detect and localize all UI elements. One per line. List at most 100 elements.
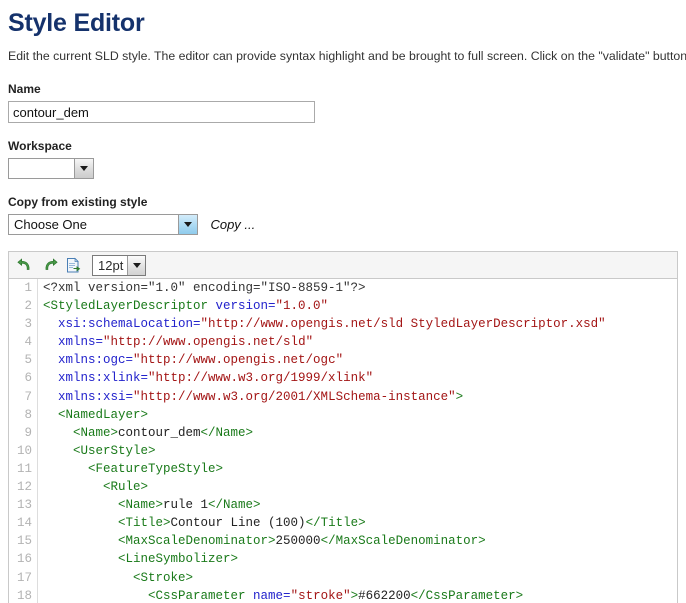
code-line[interactable]: <NamedLayer> xyxy=(43,406,677,424)
line-number: 3 xyxy=(24,317,32,332)
line-number: 17 xyxy=(16,570,32,585)
code-token: "http://www.w3.org/2001/XMLSchema-instan… xyxy=(133,389,456,404)
code-token: <LineSymbolizer> xyxy=(43,552,239,567)
code-token: > xyxy=(455,389,464,404)
copy-from-select-value: Choose One xyxy=(9,215,178,234)
code-token: Contour Line (100) xyxy=(170,516,306,531)
workspace-select[interactable] xyxy=(8,158,94,179)
line-number: 2 xyxy=(24,299,32,314)
code-token: <MaxScaleDenominator> xyxy=(43,534,276,549)
code-line[interactable]: <StyledLayerDescriptor version="1.0.0" xyxy=(43,297,677,315)
code-line[interactable]: <FeatureTypeStyle> xyxy=(43,460,677,478)
code-line[interactable]: <Name>rule 1</Name> xyxy=(43,496,677,514)
code-token: <StyledLayerDescriptor xyxy=(43,299,216,314)
code-area[interactable]: 1 2 3 4 5 6 7 8 9 10 11 12 13 14 15 16 17 18 <?xml versio… xyxy=(9,279,677,603)
code-line[interactable]: <?xml version="1.0" encoding="ISO-8859-1… xyxy=(43,279,677,297)
redo-icon[interactable] xyxy=(40,256,58,274)
line-number: 13 xyxy=(16,498,32,513)
code-line[interactable]: xmlns:xlink="http://www.w3.org/1999/xlin… xyxy=(43,369,677,387)
code-token: "http://www.opengis.net/sld" xyxy=(103,335,314,350)
code-line[interactable]: <Name>contour_dem</Name> xyxy=(43,424,677,442)
line-number: 11 xyxy=(16,461,32,476)
copy-from-label: Copy from existing style xyxy=(8,195,148,209)
name-label: Name xyxy=(8,82,41,96)
code-token: contour_dem xyxy=(118,425,201,440)
copy-from-select[interactable]: Choose One xyxy=(8,214,198,235)
editor-toolbar: 12pt xyxy=(9,252,677,279)
code-line[interactable]: <Stroke> xyxy=(43,569,677,587)
code-token: "http://www.opengis.net/ogc" xyxy=(133,353,344,368)
code-token: <Title> xyxy=(43,516,171,531)
code-token: > xyxy=(350,588,359,603)
code-token: </Name> xyxy=(200,425,254,440)
code-token: </Name> xyxy=(208,498,261,513)
code-token: xmlns:ogc= xyxy=(58,353,134,368)
code-token: xsi:schemaLocation= xyxy=(58,317,201,332)
code-token: name= xyxy=(253,588,291,603)
code-token: <Name> xyxy=(43,498,164,513)
code-token: </Title> xyxy=(305,516,366,531)
line-number: 6 xyxy=(24,371,32,386)
line-number: 7 xyxy=(24,389,32,404)
code-token: <Rule> xyxy=(43,480,149,495)
code-token: "stroke" xyxy=(290,588,351,603)
workspace-label: Workspace xyxy=(8,139,72,153)
code-line[interactable]: <Title>Contour Line (100)</Title> xyxy=(43,514,677,532)
code-token: </MaxScaleDenominator> xyxy=(320,534,486,549)
code-token: </CssParameter> xyxy=(410,588,524,603)
font-size-value: 12pt xyxy=(93,255,128,275)
code-line[interactable]: xmlns="http://www.opengis.net/sld" xyxy=(43,333,677,351)
line-number: 16 xyxy=(16,552,32,567)
name-field-group: Name xyxy=(8,82,686,123)
line-number: 10 xyxy=(16,443,32,458)
code-line[interactable]: <UserStyle> xyxy=(43,442,677,460)
code-token: <CssParameter xyxy=(43,588,254,603)
style-editor-page: Style Editor Edit the current SLD style.… xyxy=(0,8,686,603)
code-token: <Stroke> xyxy=(43,570,194,585)
chevron-down-icon[interactable] xyxy=(178,215,197,234)
copy-link[interactable]: Copy ... xyxy=(210,217,255,232)
export-document-icon[interactable] xyxy=(64,256,82,274)
code-line[interactable]: xsi:schemaLocation="http://www.opengis.n… xyxy=(43,315,677,333)
line-number: 8 xyxy=(24,407,32,422)
code-token: xmlns:xsi= xyxy=(58,389,134,404)
workspace-field-group: Workspace xyxy=(8,139,686,179)
copy-from-field-group: Copy from existing style Choose One Copy… xyxy=(8,195,686,235)
code-token: "http://www.opengis.net/sld StyledLayerD… xyxy=(200,317,606,332)
line-number: 18 xyxy=(16,588,32,603)
page-description: Edit the current SLD style. The editor c… xyxy=(8,49,686,63)
sld-editor: 12pt 1 2 3 4 5 6 7 8 9 10 11 12 13 14 15 16 17 18 <?xml v… xyxy=(8,251,678,603)
code-line[interactable]: xmlns:xsi="http://www.w3.org/2001/XMLSch… xyxy=(43,388,677,406)
line-number: 4 xyxy=(24,335,32,350)
code-line[interactable]: <Rule> xyxy=(43,478,677,496)
code-line[interactable]: <MaxScaleDenominator>250000</MaxScaleDen… xyxy=(43,532,677,550)
code-content[interactable]: <?xml version="1.0" encoding="ISO-8859-1… xyxy=(38,279,677,603)
code-line[interactable]: <LineSymbolizer> xyxy=(43,550,677,568)
chevron-down-icon[interactable] xyxy=(127,255,146,275)
code-token: <Name> xyxy=(43,425,119,440)
code-token: "http://www.w3.org/1999/xlink" xyxy=(148,371,374,386)
code-token: version= xyxy=(215,299,276,314)
code-token: <NamedLayer> xyxy=(43,407,149,422)
line-number: 1 xyxy=(24,281,32,295)
code-token: <?xml version="1.0" encoding="ISO-8859-1… xyxy=(43,281,366,295)
chevron-down-icon[interactable] xyxy=(74,159,93,178)
undo-icon[interactable] xyxy=(16,256,34,274)
font-size-select[interactable]: 12pt xyxy=(92,254,147,276)
code-token: <UserStyle> xyxy=(43,443,156,458)
line-number: 5 xyxy=(24,353,32,368)
code-token: <FeatureTypeStyle> xyxy=(43,461,224,476)
code-line[interactable]: xmlns:ogc="http://www.opengis.net/ogc" xyxy=(43,351,677,369)
line-number: 14 xyxy=(16,516,32,531)
line-number: 12 xyxy=(16,480,32,495)
line-number-gutter: 1 2 3 4 5 6 7 8 9 10 11 12 13 14 15 16 17 18 xyxy=(9,279,38,603)
code-token: #662200 xyxy=(358,588,411,603)
page-title: Style Editor xyxy=(8,9,145,37)
name-input[interactable] xyxy=(8,101,315,123)
code-line[interactable]: <CssParameter name="stroke">#662200</Css… xyxy=(43,587,677,603)
